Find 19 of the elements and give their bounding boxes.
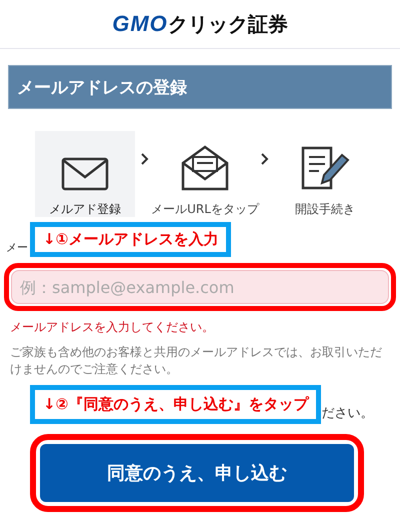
partial-text: ださい。 bbox=[321, 404, 374, 423]
callout-text: ↓①メールアドレスを入力 bbox=[43, 230, 218, 248]
step-label: メルアド登録 bbox=[49, 201, 121, 217]
form-pencil-icon bbox=[300, 145, 350, 191]
chevron-icon bbox=[261, 153, 269, 165]
field-label: メー bbox=[6, 240, 28, 256]
step-label: メールURLをタップ bbox=[151, 201, 259, 217]
logo-mark: GMO bbox=[112, 11, 168, 37]
submit-button[interactable]: 同意のうえ、申し込む bbox=[40, 444, 354, 502]
note-text: ご家族も含め他のお客様と共用のメールアドレスでは、お取引いただけませんのでご注意ください。 bbox=[10, 344, 383, 378]
open-envelope-icon bbox=[181, 145, 229, 191]
callout-text: ↓②『同意のうえ、申し込む』をタップ bbox=[43, 394, 308, 413]
envelope-icon bbox=[61, 157, 109, 191]
page-title: メールアドレスの登録 bbox=[8, 65, 392, 109]
step-label: 開設手続き bbox=[295, 201, 355, 217]
email-field[interactable]: 例：sample@example.com bbox=[11, 270, 389, 304]
error-message: メールアドレスを入力してください。 bbox=[10, 319, 215, 336]
chevron-icon bbox=[141, 153, 149, 165]
logo-name: クリック証券 bbox=[168, 10, 288, 38]
